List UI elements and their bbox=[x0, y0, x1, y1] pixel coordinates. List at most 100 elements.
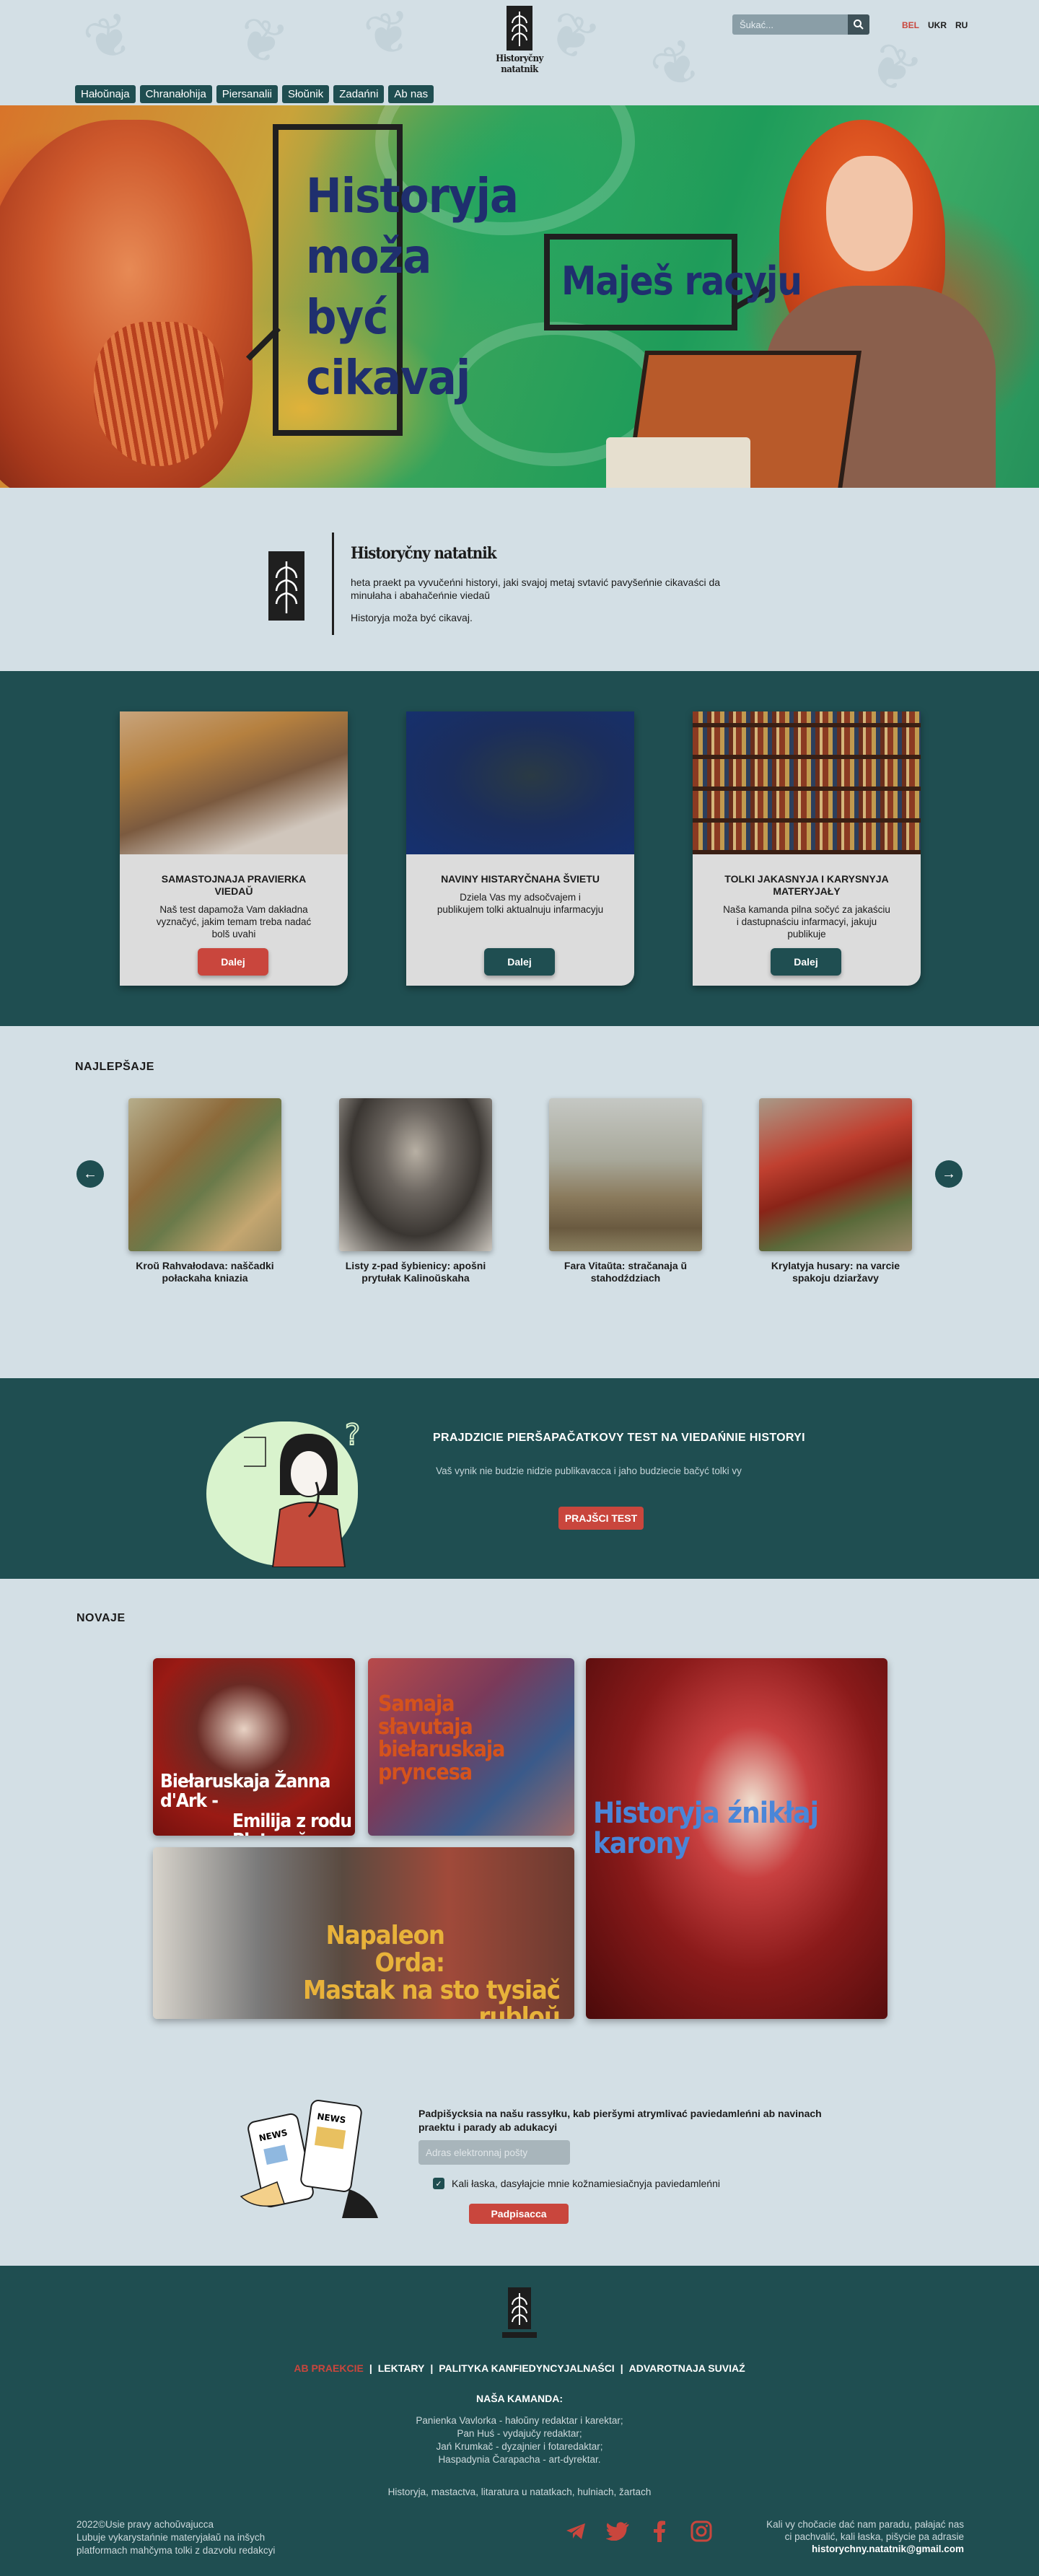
service-card: TOLKI JAKASNYJA I KARYSNYJA MATERYJAŁY N… bbox=[693, 711, 921, 986]
checkbox-label: Kali łaska, dasyłajcie mnie kožnamiesiač… bbox=[452, 2178, 720, 2189]
site-header: ❦ ❦ ❦ ❦ ❦ ❦ Historyčny natatnik BEL UKR … bbox=[0, 0, 1039, 105]
card-title: TOLKI JAKASNYJA I KARYSNYJA MATERYJAŁY bbox=[724, 873, 889, 897]
service-card: SAMASTOJNAJA PRAVIERKA VIEDAŬ Naš test d… bbox=[120, 711, 348, 986]
telegram-icon[interactable] bbox=[563, 2518, 589, 2544]
best-item[interactable]: Kroŭ Rahvałodava: naščadki połackaha kni… bbox=[128, 1098, 281, 1284]
card-button[interactable]: Dalej bbox=[198, 948, 268, 976]
subscribe-section: NEWS NEWS Padpišycksia na našu rassyłku,… bbox=[0, 2045, 1039, 2266]
news-tile[interactable]: Historyja źnikłaj karony bbox=[586, 1658, 887, 2019]
card-text: Naša kamanda pilna sočyć za jakaściu i d… bbox=[723, 904, 890, 939]
best-item-caption: Listy z-pad šybienicy: apošni prytułak K… bbox=[345, 1260, 486, 1284]
main-nav: Hałoŭnaja Chranałohija Piersanalii Słoŭn… bbox=[75, 85, 434, 103]
subscribe-title: Padpišycksia na našu rassyłku, kab pierš… bbox=[418, 2108, 822, 2133]
checkbox-checked-icon[interactable]: ✓ bbox=[433, 2178, 444, 2189]
card-image-typing bbox=[120, 711, 348, 854]
card-button[interactable]: Dalej bbox=[484, 948, 555, 976]
best-item[interactable]: Listy z-pad šybienicy: apošni prytułak K… bbox=[339, 1098, 492, 1284]
test-title: PRAJDZICIE PIERŠAPAČATKOVY TEST NA VIEDA… bbox=[433, 1432, 805, 1444]
news-section: NOVAJE Biełaruskaja Žanna d'Ark - Emilij… bbox=[0, 1579, 1039, 2045]
about-logo-icon bbox=[268, 551, 304, 621]
card-title: SAMASTOJNAJA PRAVIERKA VIEDAŬ bbox=[161, 873, 307, 897]
team-member: Pan Huś - vydajučy redaktar; bbox=[457, 2428, 582, 2439]
section-title: NOVAJE bbox=[76, 1612, 126, 1624]
social-links bbox=[563, 2518, 714, 2544]
news-tile-line: Biełaruskaja Žanna d'Ark - bbox=[160, 1771, 330, 1813]
hero-line: cikavaj bbox=[306, 350, 470, 406]
news-tile[interactable]: Napaleon Orda: Mastak na sto tysiač rubl… bbox=[153, 1847, 574, 2019]
contact-line: ci pachvalić, kali łaska, pišycie pa adr… bbox=[784, 2531, 964, 2542]
nav-home[interactable]: Hałoŭnaja bbox=[75, 85, 136, 103]
facebook-icon[interactable] bbox=[646, 2518, 672, 2544]
team-title: NAŠA KAMANDA: bbox=[475, 2393, 564, 2404]
test-description: Vaš vynik nie budzie nidzie publikavacca… bbox=[436, 1466, 742, 1476]
lang-bel[interactable]: BEL bbox=[902, 20, 919, 30]
svg-text:?: ? bbox=[345, 1419, 360, 1452]
footer-topics: Historyja, mastactva, litaratura u natat… bbox=[387, 2487, 652, 2497]
news-tile[interactable]: Biełaruskaja Žanna d'Ark - Emilija z rod… bbox=[153, 1658, 355, 1836]
best-item-caption: Krylatyja husary: na varcie spakoju dzia… bbox=[771, 1260, 900, 1284]
section-title: NAJLEPŠAJE bbox=[75, 1061, 154, 1073]
news-tile-line: Emilija z rodu Plateraŭ bbox=[232, 1810, 352, 1836]
contact-info: Kali vy chočacie dać nam paradu, pałajać… bbox=[729, 2518, 964, 2555]
copyright: 2022©Usie pravy achoŭvajucca Lubuje vyka… bbox=[76, 2518, 275, 2557]
lang-ru[interactable]: RU bbox=[955, 20, 968, 30]
separator: | bbox=[620, 2362, 623, 2374]
divider bbox=[332, 533, 334, 635]
leaf-decoration: ❦ bbox=[359, 0, 418, 70]
contact-email[interactable]: historychny.natatnik@gmail.com bbox=[812, 2544, 964, 2554]
news-tile-line: Samaja bbox=[378, 1691, 455, 1717]
take-test-button[interactable]: PRAJŠCI TEST bbox=[558, 1507, 644, 1530]
laptop-base bbox=[606, 437, 750, 488]
best-item[interactable]: Krylatyja husary: na varcie spakoju dzia… bbox=[759, 1098, 912, 1284]
news-tile-line: Mastak na sto tysiač rubloŭ bbox=[303, 1975, 561, 2019]
news-tile-line: Napaleon Orda: bbox=[325, 1921, 445, 1978]
site-logo[interactable]: Historyčny natatnik bbox=[485, 6, 554, 75]
best-item[interactable]: Fara Vitaŭta: stračanaja ŭ stahodździach bbox=[549, 1098, 702, 1284]
card-image-laptop-man bbox=[406, 711, 634, 854]
email-field[interactable] bbox=[418, 2140, 570, 2165]
footer-logo-icon bbox=[502, 2287, 537, 2338]
nav-persons[interactable]: Piersanalii bbox=[216, 85, 278, 103]
contact-line: Kali vy chočacie dać nam paradu, pałajać… bbox=[766, 2519, 964, 2530]
nav-tasks[interactable]: Zadańni bbox=[333, 85, 385, 103]
leaf-decoration: ❦ bbox=[75, 0, 144, 76]
about-description: heta praekt pa vyvučeńni historyi, jaki … bbox=[351, 577, 721, 601]
nav-dictionary[interactable]: Słoŭnik bbox=[282, 85, 330, 103]
hero-headline: Historyja moža być cikavaj bbox=[306, 166, 519, 408]
carousel-next-button[interactable]: → bbox=[935, 1160, 963, 1188]
best-item-image bbox=[128, 1098, 281, 1251]
instagram-icon[interactable] bbox=[688, 2518, 714, 2544]
site-footer: AB PRAEKCIE | LEKTARY | PALITYKA KANFIEDYNCY… bbox=[0, 2266, 1039, 2576]
about-title: Historyčny natatnik bbox=[351, 544, 496, 563]
nav-about[interactable]: Ab nas bbox=[388, 85, 434, 103]
footer-link-feedback[interactable]: ADVAROTNAJA SUVIAŹ bbox=[629, 2362, 745, 2374]
carousel-prev-button[interactable]: ← bbox=[76, 1160, 104, 1188]
footer-link-privacy[interactable]: PALITYKA KANFIEDYNCYJALNAŚCI bbox=[439, 2362, 614, 2374]
search-input[interactable] bbox=[732, 14, 848, 35]
lang-ukr[interactable]: UKR bbox=[928, 20, 947, 30]
card-button[interactable]: Dalej bbox=[771, 948, 841, 976]
footer-links: AB PRAEKCIE | LEKTARY | PALITYKA KANFIEDYNCY… bbox=[0, 2362, 1039, 2374]
best-item-caption: Fara Vitaŭta: stračanaja ŭ stahodździach bbox=[564, 1260, 688, 1284]
separator: | bbox=[369, 2362, 372, 2374]
card-title: NAVINY HISTARYČNAHA ŠVIETU bbox=[441, 873, 600, 885]
about-section: Historyčny natatnik heta praekt pa vyvuč… bbox=[0, 488, 1039, 671]
leaf-decoration: ❦ bbox=[640, 25, 714, 105]
woman-face bbox=[826, 156, 913, 271]
hero-banner: Historyja moža być cikavaj Maješ racyju bbox=[0, 105, 1039, 488]
twitter-icon[interactable] bbox=[605, 2518, 631, 2544]
card-image-bookshelf bbox=[693, 711, 921, 854]
subscribe-button[interactable]: Padpisacca bbox=[469, 2204, 569, 2224]
footer-logo[interactable] bbox=[501, 2287, 538, 2341]
search-button[interactable] bbox=[848, 14, 869, 35]
footer-link-about[interactable]: AB PRAEKCIE bbox=[294, 2362, 363, 2374]
news-tile[interactable]: Samaja słavutaja biełaruskaja pryncesa bbox=[368, 1658, 574, 1836]
team-member: Panienka Vavlorka - hałoŭny redaktar i k… bbox=[416, 2415, 623, 2426]
footer-link-lectors[interactable]: LEKTARY bbox=[378, 2362, 425, 2374]
search-icon bbox=[854, 19, 864, 30]
nav-chronology[interactable]: Chranałohija bbox=[139, 85, 212, 103]
leaf-decoration: ❦ bbox=[856, 28, 931, 105]
speech-bubble-right: Maješ racyju bbox=[544, 234, 802, 330]
monthly-newsletter-checkbox[interactable]: ✓ Kali łaska, dasyłajcie mnie kožnamiesi… bbox=[433, 2178, 720, 2189]
news-tile-line: słavutaja bbox=[378, 1714, 473, 1740]
